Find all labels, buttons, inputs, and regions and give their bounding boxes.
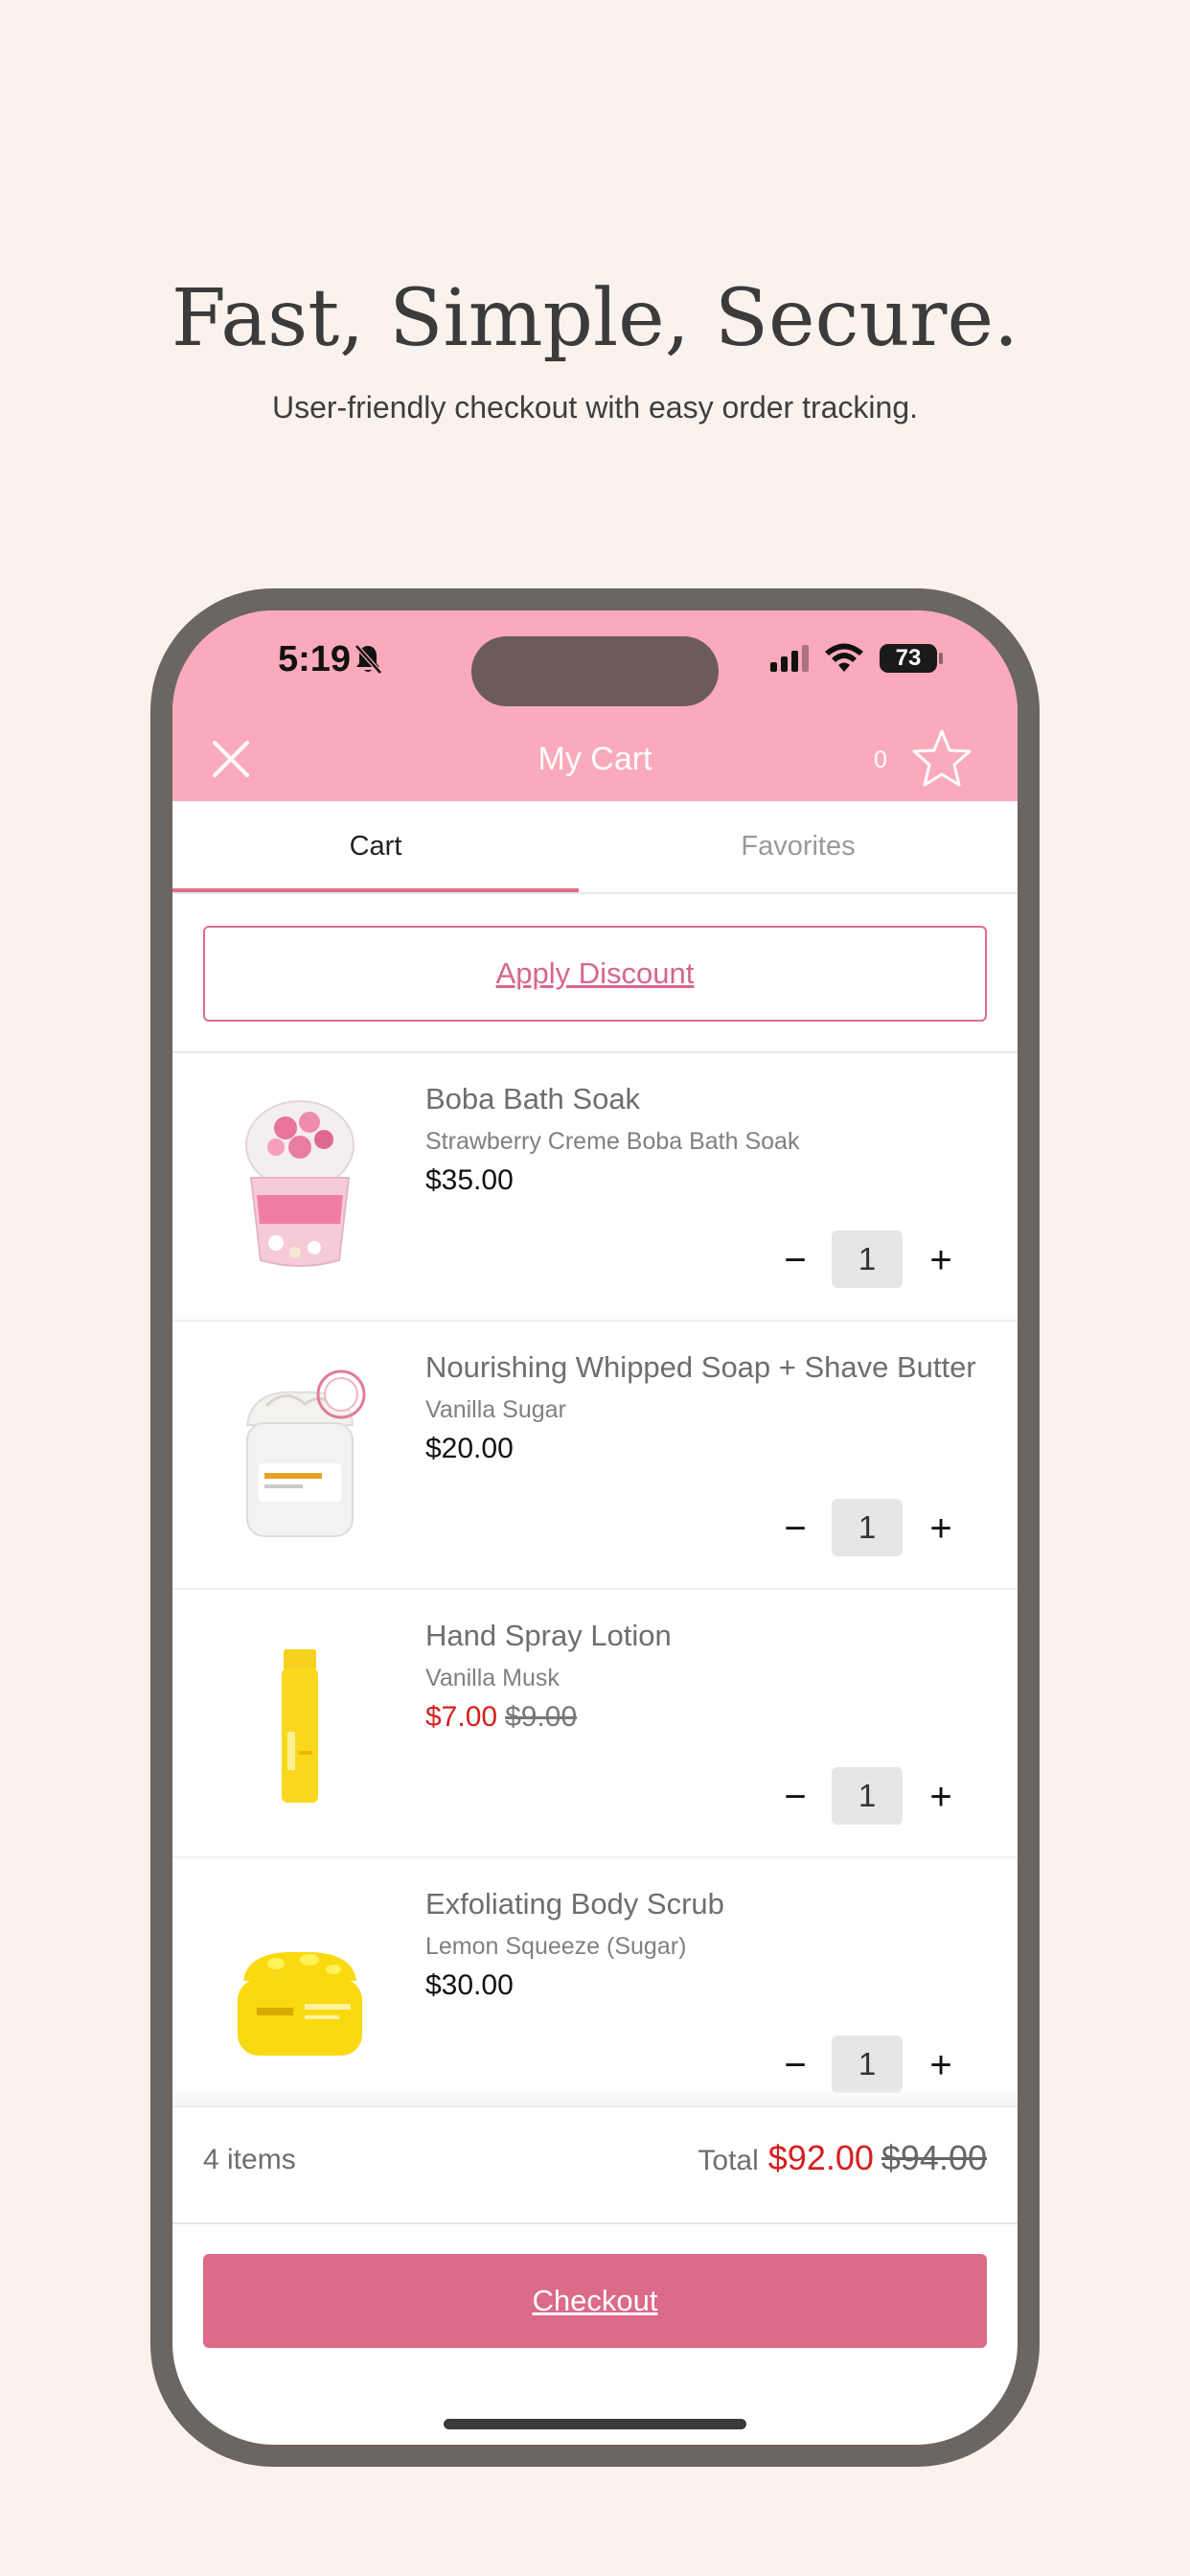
- cart-item: Boba Bath Soak Strawberry Creme Boba Bat…: [172, 1053, 1018, 1322]
- page-title: My Cart: [538, 741, 652, 777]
- dynamic-island: [471, 636, 719, 706]
- decrease-quantity-button[interactable]: −: [776, 2046, 814, 2084]
- product-variant: Strawberry Creme Boba Bath Soak: [425, 1128, 800, 1155]
- list-fade: [172, 2086, 1018, 2105]
- increase-quantity-button[interactable]: +: [922, 1241, 960, 1279]
- product-variant: Vanilla Musk: [425, 1665, 560, 1691]
- favorites-count: 0: [874, 747, 887, 773]
- price-value: $30.00: [425, 1969, 514, 2001]
- sale-price: $7.00: [425, 1701, 498, 1733]
- tab-favorites[interactable]: Favorites: [595, 801, 1001, 892]
- product-variant: Vanilla Sugar: [425, 1396, 566, 1423]
- apply-discount-button[interactable]: Apply Discount: [203, 926, 987, 1022]
- quantity-value[interactable]: 1: [832, 1767, 903, 1825]
- price-value: $20.00: [425, 1433, 514, 1464]
- decrease-quantity-button[interactable]: −: [776, 1509, 814, 1548]
- quantity-value[interactable]: 1: [832, 1499, 903, 1556]
- app-header: 5:19 73 My Cart 0: [172, 610, 1018, 801]
- quantity-value[interactable]: 1: [832, 1230, 903, 1288]
- decrease-quantity-button[interactable]: −: [776, 1241, 814, 1279]
- wifi-icon: [825, 643, 863, 672]
- items-count: 4 items: [203, 2144, 296, 2175]
- battery-icon: 73: [880, 644, 937, 673]
- phone-screen: 5:19 73 My Cart 0 Cart Favorites Apply D…: [172, 610, 1018, 2445]
- cart-list: Boba Bath Soak Strawberry Creme Boba Bat…: [172, 1053, 1018, 2127]
- product-image: [238, 1951, 362, 2056]
- promo-headline: Fast, Simple, Secure.: [171, 273, 1019, 364]
- checkout-button[interactable]: Checkout: [203, 2254, 987, 2348]
- product-variant: Lemon Squeeze (Sugar): [425, 1933, 687, 1960]
- status-time: 5:19: [278, 639, 352, 679]
- product-name[interactable]: Nourishing Whipped Soap + Shave Butter: [425, 1350, 976, 1385]
- decrease-quantity-button[interactable]: −: [776, 1778, 814, 1816]
- tab-bar: Cart Favorites: [172, 801, 1018, 894]
- product-image: [245, 1369, 366, 1537]
- cellular-signal-icon: [770, 645, 809, 672]
- total-price: $92.00: [767, 2138, 874, 2177]
- product-price: $35.00: [425, 1164, 514, 1197]
- tab-cart[interactable]: Cart: [172, 801, 579, 892]
- product-image: [282, 1649, 318, 1803]
- product-name[interactable]: Hand Spray Lotion: [425, 1619, 672, 1653]
- total-label: Total: [698, 2145, 759, 2176]
- star-outline-icon[interactable]: [910, 727, 973, 791]
- original-total-price: $94.00: [881, 2138, 987, 2177]
- increase-quantity-button[interactable]: +: [922, 2046, 960, 2084]
- bell-slash-icon: [355, 644, 382, 675]
- quantity-value[interactable]: 1: [832, 2036, 903, 2093]
- cart-summary: 4 items Total $92.00 $94.00: [172, 2105, 1018, 2224]
- cart-total: Total $92.00 $94.00: [698, 2138, 987, 2178]
- price-value: $35.00: [425, 1164, 514, 1196]
- cart-item: Nourishing Whipped Soap + Shave Butter V…: [172, 1322, 1018, 1590]
- product-name[interactable]: Exfoliating Body Scrub: [425, 1887, 724, 1921]
- increase-quantity-button[interactable]: +: [922, 1778, 960, 1816]
- increase-quantity-button[interactable]: +: [922, 1509, 960, 1548]
- product-price: $30.00: [425, 1969, 514, 2002]
- product-price: $7.00 $9.00: [425, 1701, 577, 1734]
- cart-item: Hand Spray Lotion Vanilla Musk $7.00 $9.0…: [172, 1590, 1018, 1858]
- original-price: $9.00: [505, 1701, 578, 1733]
- promo-subline: User-friendly checkout with easy order t…: [271, 390, 919, 425]
- product-image: [245, 1100, 355, 1267]
- home-indicator[interactable]: [444, 2419, 746, 2429]
- product-price: $20.00: [425, 1433, 514, 1465]
- product-name[interactable]: Boba Bath Soak: [425, 1082, 640, 1116]
- battery-cap: [939, 653, 943, 664]
